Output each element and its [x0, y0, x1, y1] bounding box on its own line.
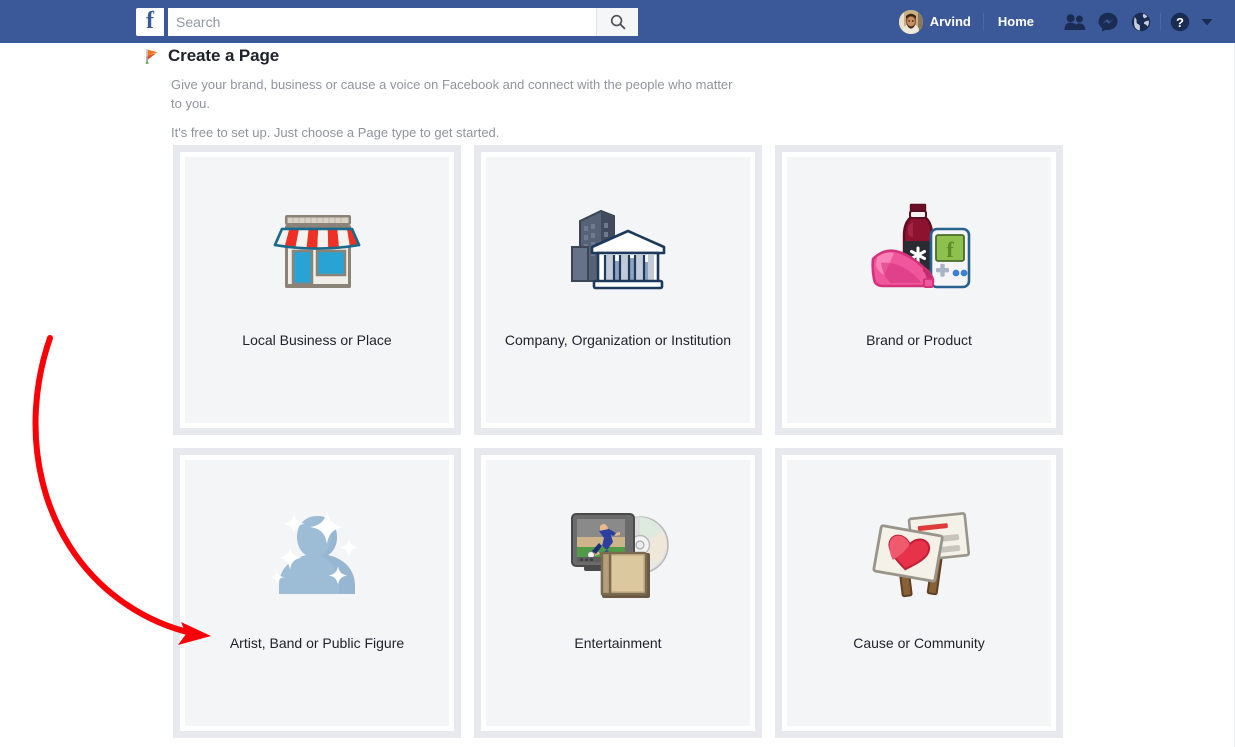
nav-divider-2	[1160, 12, 1161, 31]
nav-home-link[interactable]: Home	[988, 14, 1044, 29]
card-label: Brand or Product	[866, 332, 972, 348]
page-subtitle-secondary: It's free to set up. Just choose a Page …	[171, 124, 500, 140]
nav-divider	[982, 12, 984, 31]
nav-left-group: f	[136, 7, 638, 36]
notifications-button[interactable]	[1126, 7, 1156, 37]
card-art	[787, 460, 1051, 635]
card-inner: f Brand or Product	[787, 157, 1051, 423]
help-question-icon: ?	[1170, 12, 1190, 32]
card-inner: Company, Organization or Institution	[486, 157, 750, 423]
help-button[interactable]: ?	[1165, 7, 1195, 37]
svg-text:?: ?	[1176, 14, 1184, 29]
products-icon: f	[867, 193, 971, 297]
page-type-card-brand-or-product[interactable]: f Brand or Product	[775, 145, 1063, 435]
buildings-icon	[568, 195, 668, 295]
messages-button[interactable]	[1093, 7, 1123, 37]
svg-text:f: f	[946, 237, 954, 262]
friend-requests-button[interactable]	[1060, 7, 1090, 37]
page-type-card-company-organization-or-institution[interactable]: Company, Organization or Institution	[474, 145, 762, 435]
nav-icon-group	[1060, 7, 1156, 37]
card-label: Company, Organization or Institution	[504, 332, 732, 348]
search-input[interactable]	[168, 7, 596, 36]
card-art	[185, 157, 449, 332]
page-type-card-entertainment[interactable]: Entertainment	[474, 448, 762, 738]
card-label: Artist, Band or Public Figure	[229, 635, 405, 651]
account-menu-button[interactable]	[1195, 7, 1219, 37]
search-bar	[168, 7, 638, 36]
card-art	[486, 157, 750, 332]
card-inner: Artist, Band or Public Figure	[185, 460, 449, 726]
card-label: Cause or Community	[853, 635, 985, 651]
chevron-down-icon	[1201, 18, 1213, 26]
page-type-card-artist-band-or-public-figure[interactable]: Artist, Band or Public Figure	[173, 448, 461, 738]
card-inner: Entertainment	[486, 460, 750, 726]
top-navigation-bar: f Search Arvind Home ?	[0, 0, 1235, 43]
card-label: Entertainment	[574, 635, 662, 651]
page-header: Create a Page Give your brand, business …	[143, 46, 763, 143]
storefront-icon	[269, 195, 365, 295]
card-art	[486, 460, 750, 635]
star-person-icon	[265, 496, 369, 600]
nav-profile-link[interactable]: Arvind	[891, 7, 979, 37]
page-root: f Search Arvind Home ? Create a Page Giv…	[0, 0, 1235, 747]
card-inner: Local Business or Place	[185, 157, 449, 423]
page-type-grid: Local Business or Place Company, Organiz…	[173, 145, 1063, 738]
card-art	[185, 460, 449, 635]
notifications-globe-icon	[1131, 12, 1151, 32]
page-title-row: Create a Page	[143, 46, 763, 66]
page-type-card-cause-or-community[interactable]: Cause or Community	[775, 448, 1063, 738]
search-button[interactable]	[596, 7, 638, 36]
messages-icon	[1098, 12, 1118, 32]
page-title: Create a Page	[168, 46, 280, 65]
nav-right-group: Arvind Home ?	[891, 0, 1219, 43]
flag-icon	[143, 47, 161, 65]
friend-requests-icon	[1064, 13, 1086, 31]
nav-user-name: Arvind	[929, 14, 971, 29]
facebook-logo[interactable]: f	[136, 7, 164, 36]
card-art: f	[787, 157, 1051, 332]
page-subtitle: Give your brand, business or cause a voi…	[171, 77, 733, 111]
protest-signs-icon	[867, 498, 971, 598]
page-type-card-local-business-or-place[interactable]: Local Business or Place	[173, 145, 461, 435]
card-label: Local Business or Place	[242, 332, 392, 348]
tv-media-icon	[566, 498, 670, 598]
search-icon	[610, 14, 626, 30]
avatar	[898, 9, 923, 34]
card-inner: Cause or Community	[787, 460, 1051, 726]
